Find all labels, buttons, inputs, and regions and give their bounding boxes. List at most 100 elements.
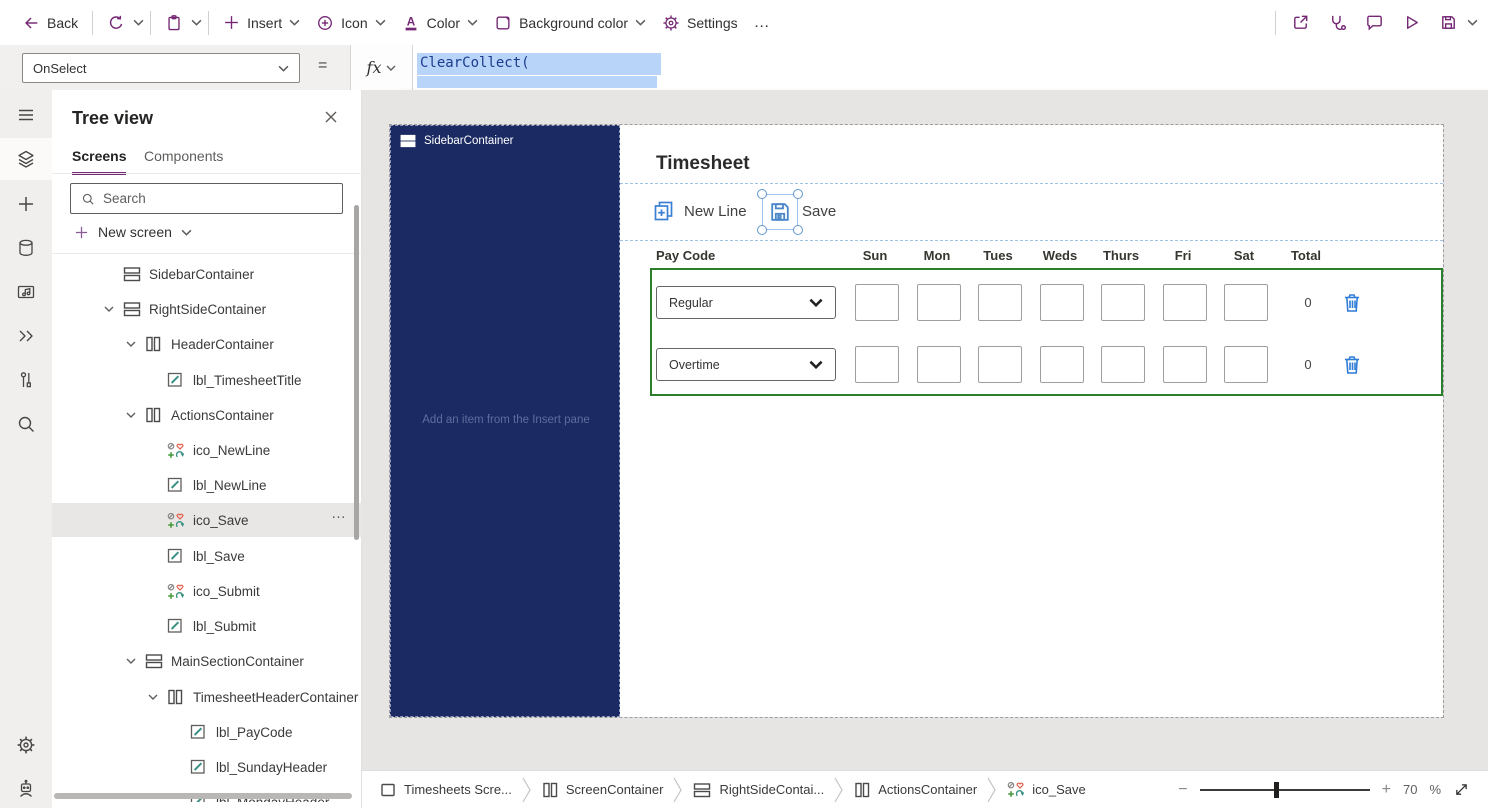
insert-rail-button[interactable] xyxy=(0,184,52,224)
tree-item-lbl-submit[interactable]: lbl_Submit xyxy=(52,609,362,643)
header-total[interactable]: Total xyxy=(1276,248,1336,263)
formula-input[interactable]: ClearCollect( xyxy=(413,45,1488,90)
undo-dropdown-chevron[interactable] xyxy=(133,19,144,26)
header-sun[interactable]: Sun xyxy=(845,248,905,263)
tree-item-lbl-newline[interactable]: lbl_NewLine xyxy=(52,468,362,502)
collapse-chevron[interactable] xyxy=(104,306,114,312)
collapse-chevron[interactable] xyxy=(126,412,136,418)
save-label[interactable]: Save xyxy=(802,203,836,220)
day-input-tues[interactable] xyxy=(978,346,1022,383)
actions-container[interactable]: New Line Save xyxy=(620,184,1443,241)
day-input-mon[interactable] xyxy=(917,346,961,383)
sidebar-container-control[interactable]: SidebarContainer Add an item from the In… xyxy=(390,125,620,717)
tree-item-timesheetheadercontainer[interactable]: TimesheetHeaderContainer xyxy=(52,680,362,714)
header-container[interactable]: Timesheet xyxy=(620,125,1443,184)
day-input-thurs[interactable] xyxy=(1101,284,1145,321)
zoom-slider-handle[interactable] xyxy=(1273,781,1279,798)
delete-row-trash-icon[interactable] xyxy=(1342,292,1362,314)
tree-item-ico-newline[interactable]: ico_NewLine xyxy=(52,433,362,467)
data-rail-button[interactable] xyxy=(0,228,52,268)
collapse-chevron[interactable] xyxy=(148,694,158,700)
new-line-icon[interactable] xyxy=(652,199,676,223)
app-canvas[interactable]: SidebarContainer Add an item from the In… xyxy=(389,124,1444,718)
day-input-fri[interactable] xyxy=(1163,346,1207,383)
tree-horizontal-scrollbar[interactable] xyxy=(54,793,352,799)
variables-rail-button[interactable] xyxy=(0,360,52,400)
search-rail-button[interactable] xyxy=(0,404,52,444)
header-pay-code[interactable]: Pay Code xyxy=(656,248,715,263)
breadcrumb-screen[interactable]: Timesheets Scre... xyxy=(380,782,512,798)
day-input-fri[interactable] xyxy=(1163,284,1207,321)
preview-button[interactable] xyxy=(1393,7,1430,38)
header-mon[interactable]: Mon xyxy=(907,248,967,263)
delete-row-trash-icon[interactable] xyxy=(1342,354,1362,376)
power-automate-rail-button[interactable] xyxy=(0,316,52,356)
tree-item-sidebarcontainer[interactable]: SidebarContainer xyxy=(52,257,362,291)
toolbar-overflow-button[interactable]: … xyxy=(746,14,779,32)
selection-handle[interactable] xyxy=(757,225,767,235)
hamburger-menu-button[interactable] xyxy=(0,95,52,135)
tab-components[interactable]: Components xyxy=(144,148,223,172)
tree-item-lbl-timesheettitle[interactable]: lbl_TimesheetTitle xyxy=(52,363,362,397)
save-app-button[interactable] xyxy=(1430,7,1467,38)
pay-code-dropdown[interactable]: Overtime xyxy=(656,348,836,381)
tree-item-lbl-sundayheader[interactable]: lbl_SundayHeader xyxy=(52,750,362,784)
header-sat[interactable]: Sat xyxy=(1214,248,1274,263)
tree-item-actionscontainer[interactable]: ActionsContainer xyxy=(52,398,362,432)
breadcrumb-actionscontainer[interactable]: ActionsContainer xyxy=(854,782,977,798)
fullscreen-icon[interactable] xyxy=(1453,781,1470,798)
copilot-rail-button[interactable] xyxy=(0,769,52,808)
save-icon-selected[interactable] xyxy=(757,189,803,235)
zoom-slider[interactable] xyxy=(1199,781,1370,798)
tab-screens[interactable]: Screens xyxy=(72,148,127,175)
selection-handle[interactable] xyxy=(793,189,803,199)
undo-button[interactable] xyxy=(99,8,133,38)
header-tues[interactable]: Tues xyxy=(968,248,1028,263)
day-input-sun[interactable] xyxy=(855,284,899,321)
background-color-button[interactable]: Background color xyxy=(486,8,654,38)
day-input-thurs[interactable] xyxy=(1101,346,1145,383)
tree-vertical-scrollbar[interactable] xyxy=(354,205,359,540)
breadcrumb-screencontainer[interactable]: ScreenContainer xyxy=(542,782,663,798)
day-input-weds[interactable] xyxy=(1040,346,1084,383)
tree-search[interactable] xyxy=(70,183,343,214)
item-more-button[interactable]: … xyxy=(331,505,348,522)
fx-button[interactable]: fx xyxy=(350,45,413,90)
tree-item-lbl-paycode[interactable]: lbl_PayCode xyxy=(52,715,362,749)
tree-item-ico-submit[interactable]: ico_Submit xyxy=(52,574,362,608)
tree-item-lbl-save[interactable]: lbl_Save xyxy=(52,539,362,573)
zoom-in-button[interactable]: + xyxy=(1382,781,1391,799)
tree-item-headercontainer[interactable]: HeaderContainer xyxy=(52,327,362,361)
share-button[interactable] xyxy=(1282,7,1319,38)
zoom-out-button[interactable]: − xyxy=(1178,781,1187,799)
day-input-sat[interactable] xyxy=(1224,346,1268,383)
settings-button[interactable]: Settings xyxy=(654,8,746,38)
header-thurs[interactable]: Thurs xyxy=(1091,248,1151,263)
collapse-chevron[interactable] xyxy=(126,658,136,664)
timesheet-title-label[interactable]: Timesheet xyxy=(656,153,750,175)
new-line-label[interactable]: New Line xyxy=(684,203,747,220)
close-panel-button[interactable] xyxy=(324,110,338,124)
collapse-chevron[interactable] xyxy=(126,341,136,347)
icon-menu-button[interactable]: Icon xyxy=(308,8,393,38)
header-fri[interactable]: Fri xyxy=(1153,248,1213,263)
day-input-mon[interactable] xyxy=(917,284,961,321)
pay-code-dropdown[interactable]: Regular xyxy=(656,286,836,319)
save-dropdown-chevron[interactable] xyxy=(1467,19,1478,26)
day-input-weds[interactable] xyxy=(1040,284,1084,321)
breadcrumb-ico-save[interactable]: ico_Save xyxy=(1007,781,1086,798)
property-selector[interactable]: OnSelect xyxy=(22,53,300,83)
paste-dropdown-chevron[interactable] xyxy=(191,19,202,26)
app-checker-button[interactable] xyxy=(1319,7,1356,38)
tree-item-rightsidecontainer[interactable]: RightSideContainer xyxy=(52,292,362,326)
paste-button[interactable] xyxy=(157,8,191,38)
day-input-sun[interactable] xyxy=(855,346,899,383)
color-button[interactable]: A Color xyxy=(394,8,486,38)
back-button[interactable]: Back xyxy=(14,8,86,38)
tree-view-button[interactable] xyxy=(0,139,52,179)
settings-rail-button[interactable] xyxy=(0,725,52,765)
day-input-sat[interactable] xyxy=(1224,284,1268,321)
tree-item-mainsectioncontainer[interactable]: MainSectionContainer xyxy=(52,644,362,678)
selection-handle[interactable] xyxy=(757,189,767,199)
header-weds[interactable]: Weds xyxy=(1030,248,1090,263)
